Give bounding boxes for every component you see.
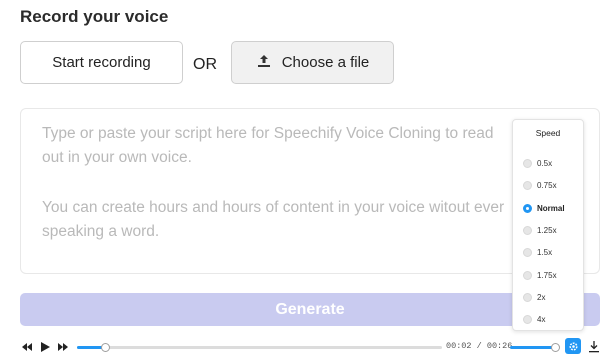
speed-radio[interactable] — [523, 314, 532, 324]
audio-player: 00:02 / 00:26 — [0, 336, 610, 358]
rewind-icon[interactable] — [21, 341, 33, 353]
speed-option-label: 0.5x — [537, 158, 553, 168]
placeholder-line: You can create hours and hours of conten… — [42, 199, 505, 216]
seek-slider[interactable] — [77, 343, 442, 352]
speed-option[interactable]: 1.25x — [523, 224, 557, 236]
speed-option[interactable]: 1.5x — [523, 246, 552, 258]
speed-option-label: 1.5x — [537, 247, 553, 257]
choose-file-button[interactable]: Choose a file — [231, 41, 394, 84]
script-placeholder: Type or paste your script here for Speec… — [42, 122, 582, 170]
speed-option-label: Normal — [537, 203, 565, 213]
or-separator: OR — [193, 56, 217, 73]
speed-menu: Speed 0.5x 0.75x Normal 1.25x 1.5x 1.75x 2x 4x — [512, 119, 584, 331]
placeholder-line: speaking a word. — [42, 223, 160, 240]
speed-option-label: 1.75x — [537, 270, 557, 280]
duration: 00:26 — [486, 341, 513, 351]
speed-radio[interactable] — [523, 247, 532, 257]
speed-radio[interactable] — [523, 292, 532, 302]
page-title: Record your voice — [20, 7, 169, 26]
speed-radio[interactable] — [523, 203, 532, 213]
speed-option[interactable]: 2x — [523, 291, 545, 303]
speed-menu-title: Speed — [535, 128, 561, 138]
speed-radio[interactable] — [523, 270, 532, 280]
seek-thumb[interactable] — [101, 343, 111, 352]
placeholder-line: Type or paste your script here for Speec… — [42, 125, 494, 142]
speed-option-label: 2x — [537, 292, 546, 302]
settings-gear-icon[interactable] — [565, 338, 581, 354]
speed-radio[interactable] — [523, 158, 532, 168]
volume-slider[interactable] — [510, 343, 560, 352]
upload-icon — [256, 53, 272, 73]
fast-forward-icon[interactable] — [57, 341, 69, 353]
choose-file-label: Choose a file — [281, 54, 370, 71]
script-placeholder-secondary: You can create hours and hours of conten… — [42, 196, 582, 244]
speed-option[interactable]: 1.75x — [523, 269, 557, 281]
speed-option[interactable]: 0.5x — [523, 157, 552, 169]
download-icon[interactable] — [588, 340, 600, 353]
speed-option[interactable]: 4x — [523, 313, 545, 325]
play-icon[interactable] — [39, 341, 51, 353]
time-separator: / — [476, 341, 482, 351]
current-time: 00:02 — [446, 341, 472, 351]
speed-option-label: 1.25x — [537, 225, 557, 235]
speed-radio[interactable] — [523, 225, 532, 235]
volume-level — [510, 346, 555, 349]
placeholder-line: out in your own voice. — [42, 149, 192, 166]
start-recording-button[interactable]: Start recording — [20, 41, 183, 84]
speed-option-label: 4x — [537, 314, 546, 324]
volume-thumb[interactable] — [551, 343, 560, 352]
speed-option[interactable]: 0.75x — [523, 179, 557, 191]
speed-option-label: 0.75x — [537, 180, 557, 190]
time-readout: 00:02 / 00:26 — [446, 341, 512, 351]
speed-radio[interactable] — [523, 180, 532, 190]
speed-option[interactable]: Normal — [523, 202, 565, 214]
